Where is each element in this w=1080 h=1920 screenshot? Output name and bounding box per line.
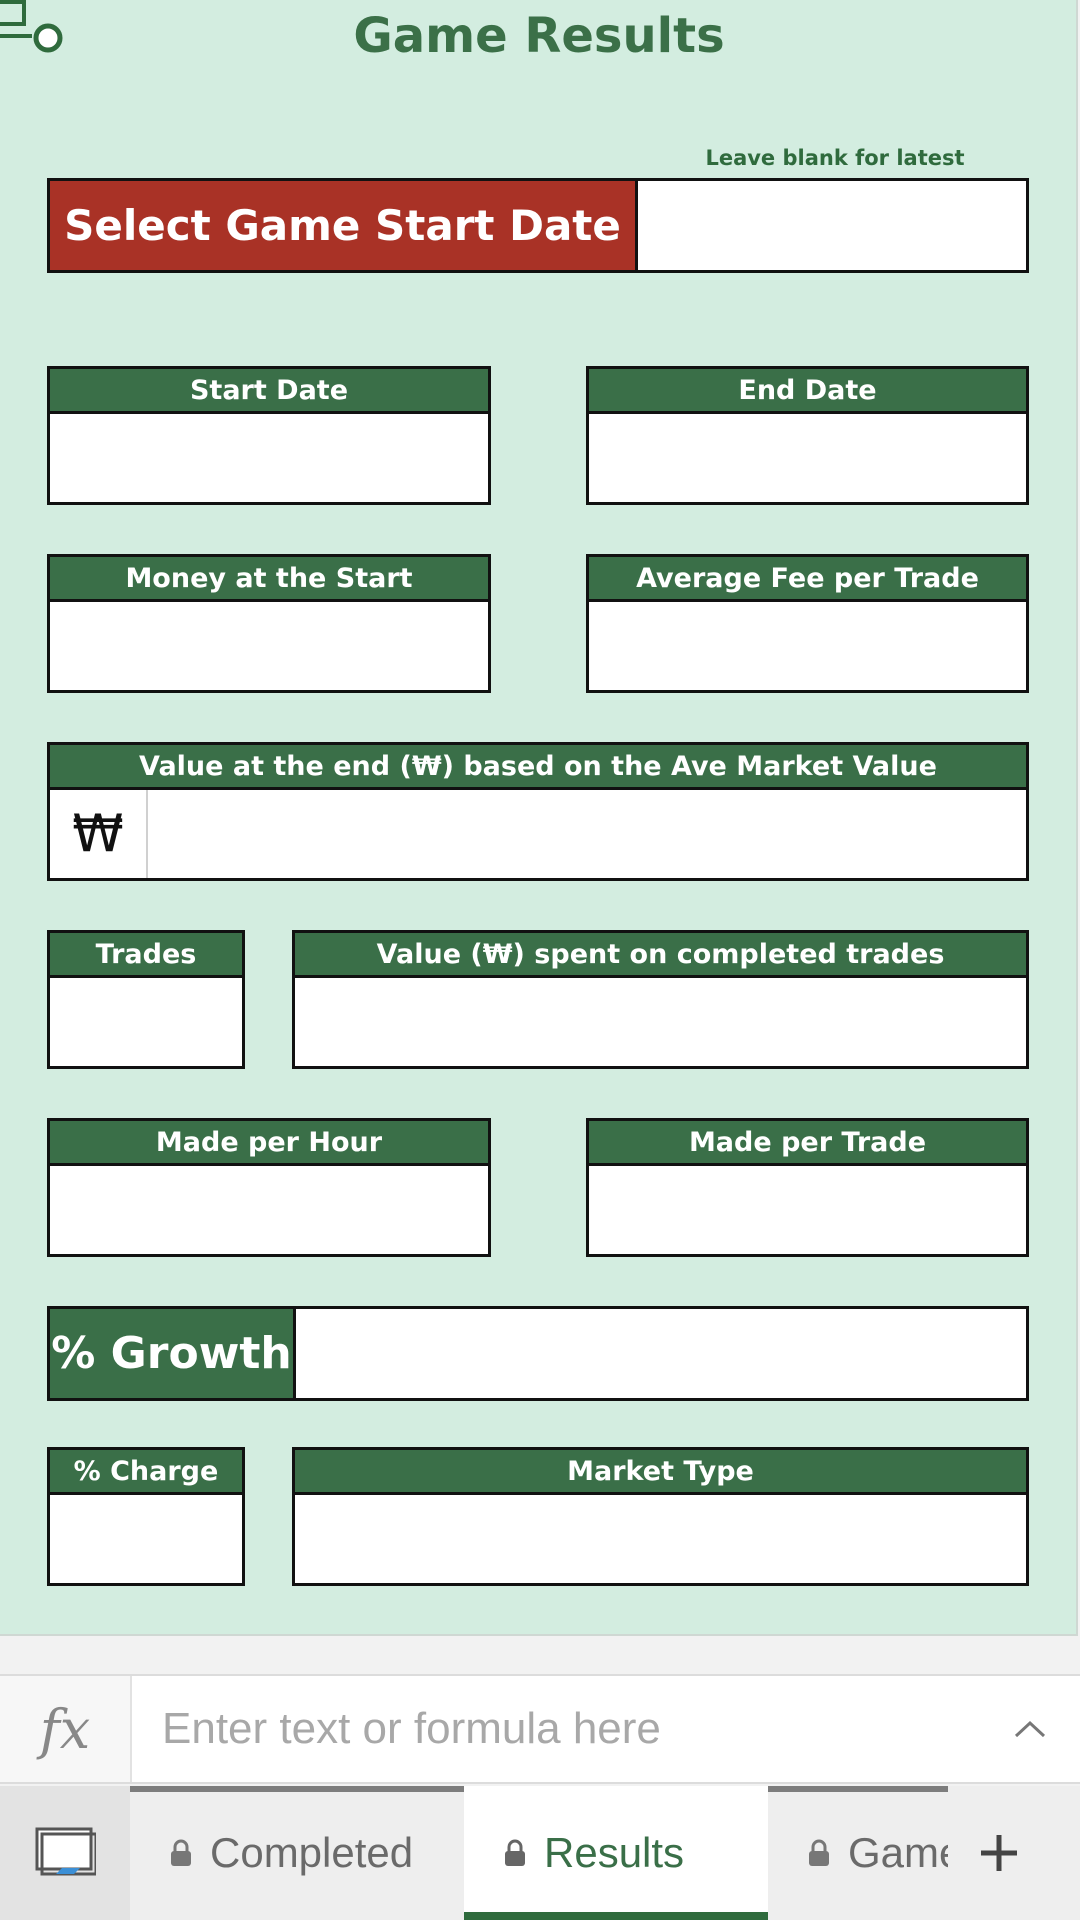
results-sheet[interactable]: Game Results Leave blank for latest Sele… [0,0,1078,1636]
growth-cell[interactable] [296,1309,1026,1398]
end-date-cell[interactable] [589,414,1026,502]
select-start-date-cell[interactable] [638,181,1026,270]
charge-cell[interactable] [50,1495,242,1583]
money-start-cell[interactable] [50,602,488,690]
tab-label: Game [848,1829,948,1876]
plus-icon [981,1835,1017,1871]
money-start-box: Money at the Start [47,554,491,693]
start-date-hint: Leave blank for latest [705,146,965,170]
made-trade-cell[interactable] [589,1166,1026,1254]
value-end-header: Value at the end (₩) based on the Ave Ma… [50,745,1026,790]
chevron-up-icon[interactable] [980,1676,1080,1782]
made-hour-cell[interactable] [50,1166,488,1254]
trades-cell[interactable] [50,978,242,1066]
avg-fee-cell[interactable] [589,602,1026,690]
lock-icon [808,1839,830,1867]
sheet-view-icon [35,1827,96,1876]
sheet-view-button[interactable] [0,1786,130,1920]
growth-row: % Growth [47,1306,1029,1401]
market-type-box: Market Type [292,1447,1029,1586]
formula-input[interactable] [132,1676,980,1782]
tab-label: Results [544,1829,685,1876]
made-trade-header: Made per Trade [589,1121,1026,1166]
select-start-date-label: Select Game Start Date [50,181,638,270]
sheet-title: Game Results [353,8,725,64]
value-end-cell[interactable] [148,790,1026,878]
formula-bar: fx [0,1674,1080,1784]
charge-box: % Charge [47,1447,245,1586]
value-spent-header: Value (₩) spent on completed trades [295,933,1026,978]
value-spent-box: Value (₩) spent on completed trades [292,930,1029,1069]
market-type-cell[interactable] [295,1495,1026,1583]
start-date-header: Start Date [50,369,488,414]
growth-label: % Growth [50,1309,296,1398]
won-symbol-cell[interactable]: ₩ [50,790,148,878]
tab-completed[interactable]: Completed [130,1786,464,1920]
tab-game[interactable]: Game [768,1786,948,1920]
made-hour-box: Made per Hour [47,1118,491,1257]
charge-header: % Charge [50,1450,242,1495]
value-end-box: Value at the end (₩) based on the Ave Ma… [47,742,1029,881]
trades-box: Trades [47,930,245,1069]
made-trade-box: Made per Trade [586,1118,1029,1257]
avg-fee-box: Average Fee per Trade [586,554,1029,693]
add-sheet-button[interactable] [948,1786,1050,1920]
trades-header: Trades [50,933,242,978]
made-hour-header: Made per Hour [50,1121,488,1166]
lock-icon [504,1839,526,1867]
value-spent-cell[interactable] [295,978,1026,1066]
start-date-cell[interactable] [50,414,488,502]
market-type-header: Market Type [295,1450,1026,1495]
avg-fee-header: Average Fee per Trade [589,557,1026,602]
tab-label: Completed [210,1829,414,1876]
select-start-date-row: Select Game Start Date [47,178,1029,273]
function-icon[interactable]: fx [0,1676,132,1782]
money-start-header: Money at the Start [50,557,488,602]
lock-icon [170,1839,192,1867]
tab-results[interactable]: Results [464,1786,768,1920]
sheet-tabs-bar: Completed Results Game [0,1786,1080,1920]
start-date-box: Start Date [47,366,491,505]
end-date-header: End Date [589,369,1026,414]
end-date-box: End Date [586,366,1029,505]
